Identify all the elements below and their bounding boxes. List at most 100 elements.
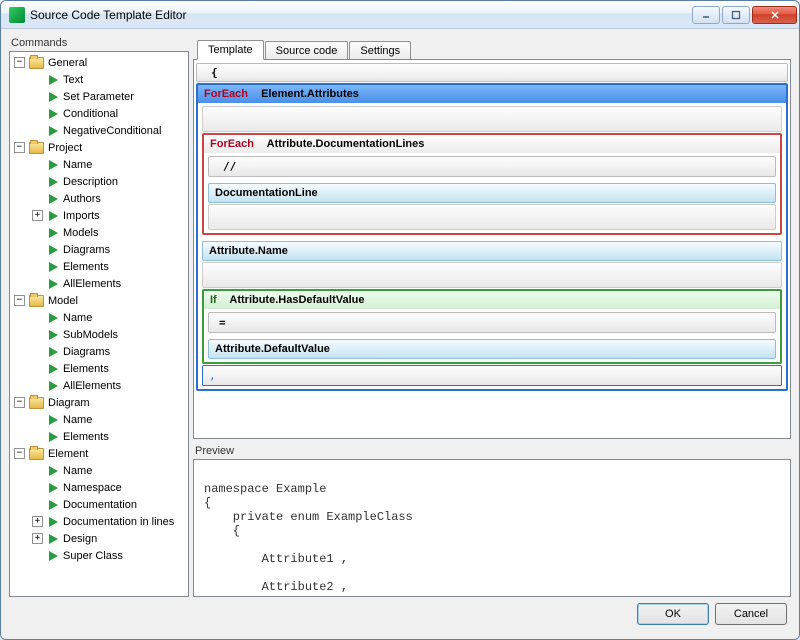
tree-group-element[interactable]: −Element [10,445,188,462]
tree-item-label: SubModels [63,329,118,341]
tree-item-label: Name [63,414,92,426]
documentation-line-row[interactable]: DocumentationLine [208,183,776,203]
preview-textarea[interactable]: namespace Example { private enum Example… [193,459,791,597]
editor-window: Source Code Template Editor Commands −Ge… [0,0,800,640]
comment-slashes-row[interactable]: // [208,156,776,177]
attribute-default-value-row[interactable]: Attribute.DefaultValue [208,339,776,359]
tree-item[interactable]: SubModels [28,326,188,343]
maximize-button[interactable] [722,6,750,24]
twist-spacer [32,176,43,187]
expand-icon[interactable]: + [32,516,43,527]
tree-group-general[interactable]: −General [10,54,188,71]
preview-label: Preview [193,445,791,459]
if-has-default-value[interactable]: If Attribute.HasDefaultValue = Attribute… [202,289,782,364]
twist-spacer [32,465,43,476]
commands-label: Commands [9,37,189,51]
collapse-icon[interactable]: − [14,295,25,306]
tree-item-label: NegativeConditional [63,125,161,137]
tab-template[interactable]: Template [197,40,264,60]
twist-spacer [32,91,43,102]
tree-item[interactable]: Elements [28,428,188,445]
if-header[interactable]: If Attribute.HasDefaultValue [204,291,780,309]
empty-row[interactable] [202,262,782,288]
foreach-keyword: ForEach [210,138,254,150]
tree-item[interactable]: Name [28,462,188,479]
twist-spacer [32,227,43,238]
tree-item-label: Documentation [63,499,137,511]
tree-item[interactable]: Models [28,224,188,241]
expand-icon[interactable]: + [32,210,43,221]
folder-icon [29,295,44,307]
collapse-icon[interactable]: − [14,448,25,459]
tree-item[interactable]: Name [28,411,188,428]
equals-row[interactable]: = [208,312,776,333]
collapse-icon[interactable]: − [14,142,25,153]
tree-item[interactable]: Diagrams [28,343,188,360]
upper-panels: Commands −GeneralTextSet ParameterCondit… [9,37,791,597]
tree-item[interactable]: AllElements [28,275,188,292]
tree-item-label: Diagrams [63,244,110,256]
tree-item[interactable]: Authors [28,190,188,207]
tree-item[interactable]: Set Parameter [28,88,188,105]
tree-item[interactable]: Text [28,71,188,88]
tree-item[interactable]: AllElements [28,377,188,394]
foreach-documentation-lines[interactable]: ForEach Attribute.DocumentationLines // … [202,133,782,235]
tree-group-model[interactable]: −Model [10,292,188,309]
arrow-icon [49,262,58,272]
tree-item[interactable]: Elements [28,360,188,377]
tree-item-label: Name [63,159,92,171]
close-button[interactable] [752,6,797,24]
tree-item[interactable]: Conditional [28,105,188,122]
attribute-name-row[interactable]: Attribute.Name [202,241,782,261]
arrow-icon [49,551,58,561]
tree-item[interactable]: +Imports [28,207,188,224]
tab-source-code[interactable]: Source code [265,41,349,60]
comma-row[interactable]: , [202,365,782,386]
tree-item[interactable]: NegativeConditional [28,122,188,139]
caption-buttons [692,6,797,24]
arrow-icon [49,126,58,136]
tree-group-diagram[interactable]: −Diagram [10,394,188,411]
ok-button[interactable]: OK [637,603,709,625]
commands-tree[interactable]: −GeneralTextSet ParameterConditional Nega… [9,51,189,597]
tree-group-label: Project [48,142,82,154]
template-editor[interactable]: { ForEach Element.Attributes ForEach [193,59,791,439]
minimize-button[interactable] [692,6,720,24]
collapse-icon[interactable]: − [14,397,25,408]
tree-item[interactable]: Namespace [28,479,188,496]
tree-item[interactable]: Super Class [28,547,188,564]
collapse-icon[interactable]: − [14,57,25,68]
foreach-body: ForEach Attribute.DocumentationLines // … [198,103,786,389]
arrow-icon [49,364,58,374]
tree-item[interactable]: Name [28,309,188,326]
foreach-keyword: ForEach [204,88,248,100]
tree-item[interactable]: Diagrams [28,241,188,258]
tree-item-label: Models [63,227,98,239]
twist-spacer [32,193,43,204]
foreach-element-attributes[interactable]: ForEach Element.Attributes ForEach Attri… [196,83,788,391]
tree-group-project[interactable]: − Project [10,139,188,156]
tree-item[interactable]: Elements [28,258,188,275]
twist-spacer [32,278,43,289]
arrow-icon [49,279,58,289]
tree-item[interactable]: +Design [28,530,188,547]
tab-settings[interactable]: Settings [349,41,411,60]
tree-item[interactable]: Name [28,156,188,173]
tree-item[interactable]: Description [28,173,188,190]
expand-icon[interactable]: + [32,533,43,544]
empty-row[interactable] [202,106,782,132]
tree-item-label: Namespace [63,482,122,494]
tree-item[interactable]: Documentation [28,496,188,513]
foreach-docs-header[interactable]: ForEach Attribute.DocumentationLines [204,135,780,153]
arrow-icon [49,381,58,391]
tree-item[interactable]: +Documentation in lines [28,513,188,530]
preview-panel: Preview namespace Example { private enum… [193,445,791,597]
open-brace-row[interactable]: { [196,63,788,82]
titlebar[interactable]: Source Code Template Editor [1,1,799,29]
foreach-header[interactable]: ForEach Element.Attributes [198,85,786,103]
folder-icon [29,142,44,154]
arrow-icon [49,160,58,170]
cancel-button[interactable]: Cancel [715,603,787,625]
foreach-docs-expr: Attribute.DocumentationLines [267,138,425,150]
empty-row[interactable] [208,204,776,230]
